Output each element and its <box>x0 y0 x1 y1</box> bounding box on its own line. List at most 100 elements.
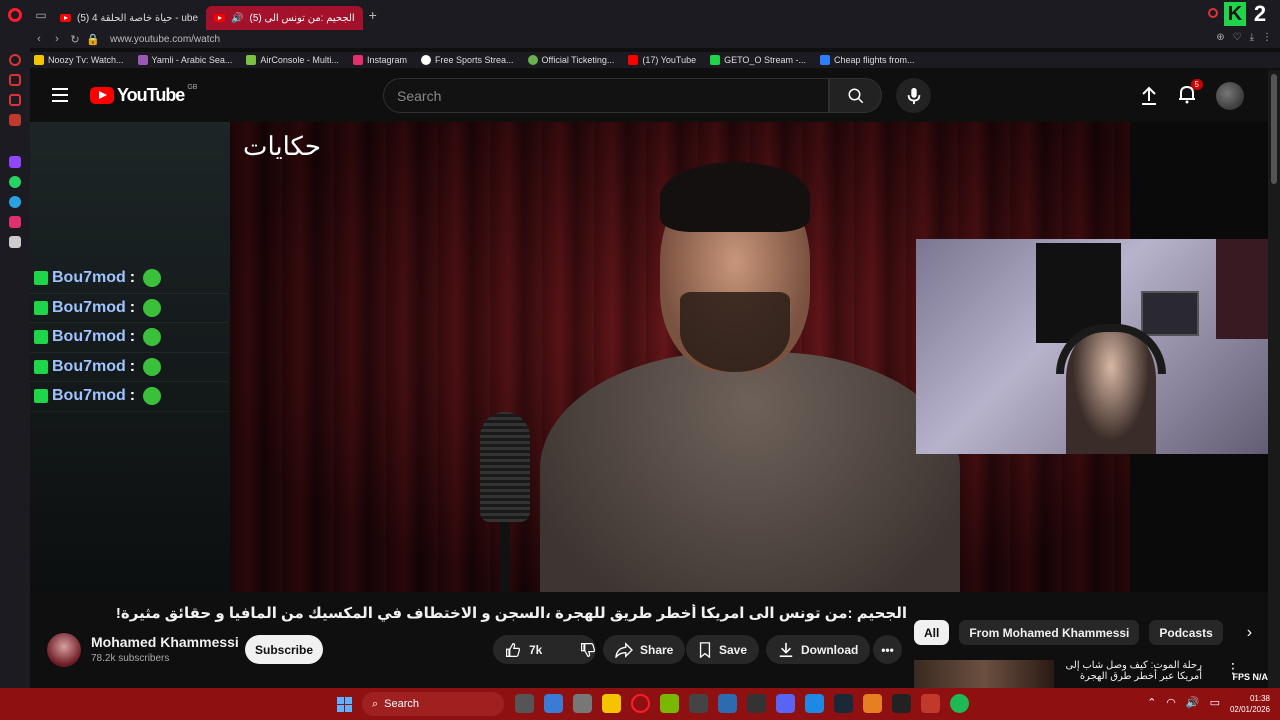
sidebar-icon[interactable] <box>9 94 21 106</box>
twitch-icon[interactable] <box>9 156 21 168</box>
discord-icon[interactable] <box>776 694 795 713</box>
bookmark-icon[interactable]: ♡ <box>1233 32 1242 43</box>
nvidia-icon[interactable] <box>660 694 679 713</box>
more-actions-button[interactable]: ••• <box>873 635 902 664</box>
speaker-icon[interactable]: 🔊 <box>231 13 243 24</box>
task-view-icon[interactable] <box>515 694 534 713</box>
voice-search-button[interactable] <box>896 78 931 113</box>
discord-icon[interactable] <box>9 236 21 248</box>
wifi-icon[interactable]: ◠ <box>1166 696 1176 709</box>
file-explorer-icon[interactable] <box>602 694 621 713</box>
channel-avatar[interactable] <box>47 633 81 667</box>
new-tab-button[interactable]: + <box>369 7 377 23</box>
search-icon: ⌕ <box>372 697 379 710</box>
epic-games-icon[interactable] <box>892 694 911 713</box>
bookmark-item[interactable]: Cheap flights from... <box>819 55 915 65</box>
upload-icon[interactable] <box>1140 86 1158 106</box>
sidebar-icon[interactable] <box>9 74 21 86</box>
page-scrollbar[interactable] <box>1268 70 1280 688</box>
spotify-icon[interactable] <box>950 694 969 713</box>
bookmark-item[interactable]: Yamli - Arabic Sea... <box>137 55 232 65</box>
instagram-icon[interactable] <box>9 216 21 228</box>
tab-overview-icon[interactable]: ▭ <box>30 0 52 30</box>
search-input[interactable] <box>384 79 828 112</box>
sidebar-icon[interactable] <box>9 54 21 66</box>
reload-button[interactable]: ↻ <box>66 33 84 46</box>
chip-podcasts[interactable]: Podcasts <box>1149 620 1223 645</box>
bookmark-item[interactable]: (17) YouTube <box>628 55 696 65</box>
chevron-up-icon[interactable]: ⌃ <box>1147 696 1156 709</box>
store-icon[interactable] <box>689 694 708 713</box>
subscribe-button[interactable]: Subscribe <box>245 635 323 664</box>
search-button[interactable] <box>829 78 882 113</box>
streamer-webcam-overlay <box>916 239 1268 454</box>
bookmark-item[interactable]: GETO_O Stream -... <box>710 55 806 65</box>
header-actions: 5 <box>1140 78 1244 110</box>
opera-icon[interactable] <box>631 694 650 713</box>
volume-icon[interactable]: 🔊 <box>1186 696 1200 709</box>
tab-active[interactable]: 🔊 (5) الجحيم :من تونس الى <box>206 6 363 30</box>
app-icon[interactable] <box>863 694 882 713</box>
wall-picture-frame <box>1141 291 1199 336</box>
bookmark-item[interactable]: Free Sports Strea... <box>420 55 514 65</box>
studio-microphone <box>470 412 540 592</box>
thumbs-up-icon <box>506 642 521 657</box>
channel-name[interactable]: Mohamed Khammessi <box>91 634 239 650</box>
app-icon[interactable] <box>805 694 824 713</box>
whatsapp-icon[interactable] <box>9 176 21 188</box>
chip-all[interactable]: All <box>914 620 950 645</box>
share-icon <box>615 641 633 658</box>
taskbar-search[interactable]: ⌕ Search <box>362 692 504 716</box>
bookmark-favicon-icon <box>420 55 431 65</box>
download-icon[interactable]: ⤓ <box>1250 32 1254 43</box>
related-video-thumbnail[interactable] <box>914 660 1054 688</box>
bookmark-item[interactable]: Official Ticketing... <box>527 55 614 65</box>
youtube-logo[interactable]: YouTube GB <box>90 84 197 106</box>
steam-icon[interactable] <box>834 694 853 713</box>
menu-icon[interactable]: ⋮ <box>1262 32 1272 43</box>
back-button[interactable]: ‹ <box>30 33 48 45</box>
sidebar-icon[interactable] <box>9 114 21 126</box>
chevron-right-icon[interactable]: › <box>1247 624 1252 642</box>
taskbar-clock[interactable]: 01:38 02/01/2026 <box>1230 693 1270 715</box>
tab-inactive[interactable]: (5) حياة خاصة الحلقة 4 - ube <box>52 6 206 30</box>
related-video-title[interactable]: رحلة الموت: كيف وصل شاب إلى أمريكا عبر أ… <box>1062 660 1202 688</box>
opera-logo-icon[interactable] <box>0 0 30 30</box>
stream-chat-overlay: Bou7mod : Bou7mod : Bou7mod : Bou7mod : … <box>30 264 228 412</box>
zoom-icon[interactable]: ⊕ <box>1216 32 1224 43</box>
scrollbar-thumb[interactable] <box>1271 74 1277 184</box>
bookmarks-bar: Noozy Tv: Watch... Yamli - Arabic Sea...… <box>30 52 1280 68</box>
chat-username: Bou7mod <box>52 387 126 405</box>
url-text[interactable]: www.youtube.com/watch <box>110 34 220 45</box>
avatar[interactable] <box>1216 82 1244 110</box>
address-bar: ‹ › ↻ 🔒 www.youtube.com/watch ⊕ ♡ ⤓ ⋮ <box>0 30 1280 48</box>
like-button[interactable]: 7k <box>493 635 554 664</box>
bookmark-item[interactable]: Instagram <box>352 55 407 65</box>
menu-icon[interactable] <box>52 88 68 102</box>
bookmark-item[interactable]: AirConsole - Multi... <box>246 55 339 65</box>
windows-start-icon[interactable] <box>337 697 352 712</box>
speaker-hair <box>660 162 810 232</box>
telegram-icon[interactable] <box>9 196 21 208</box>
download-button[interactable]: Download <box>766 635 871 664</box>
notifications-button[interactable]: 5 <box>1178 78 1203 109</box>
share-button[interactable]: Share <box>603 635 686 664</box>
kick-badge-icon <box>34 389 48 404</box>
forward-button[interactable]: › <box>48 33 66 45</box>
tab-search-icon[interactable] <box>1208 8 1218 18</box>
chip-from-channel[interactable]: From Mohamed Khammessi <box>959 620 1140 645</box>
copilot-icon[interactable] <box>544 694 563 713</box>
video-player[interactable]: حكايات Bou7mod : Bou7mod : Bou7mod : Bou… <box>30 122 1268 592</box>
app-icon[interactable] <box>718 694 737 713</box>
browser-toolbar: ⊕ ♡ ⤓ ⋮ <box>1216 32 1272 43</box>
related-video-item[interactable]: رحلة الموت: كيف وصل شاب إلى أمريكا عبر أ… <box>914 660 1244 688</box>
battery-icon[interactable]: ▭ <box>1210 696 1220 709</box>
app-icon[interactable] <box>747 694 766 713</box>
bookmark-item[interactable]: Noozy Tv: Watch... <box>34 55 124 65</box>
save-button[interactable]: Save <box>686 635 760 664</box>
like-count: 7k <box>529 642 543 657</box>
chat-separator: : <box>129 269 136 287</box>
speaker-body <box>540 352 960 592</box>
settings-icon[interactable] <box>573 694 592 713</box>
app-icon[interactable] <box>921 694 940 713</box>
